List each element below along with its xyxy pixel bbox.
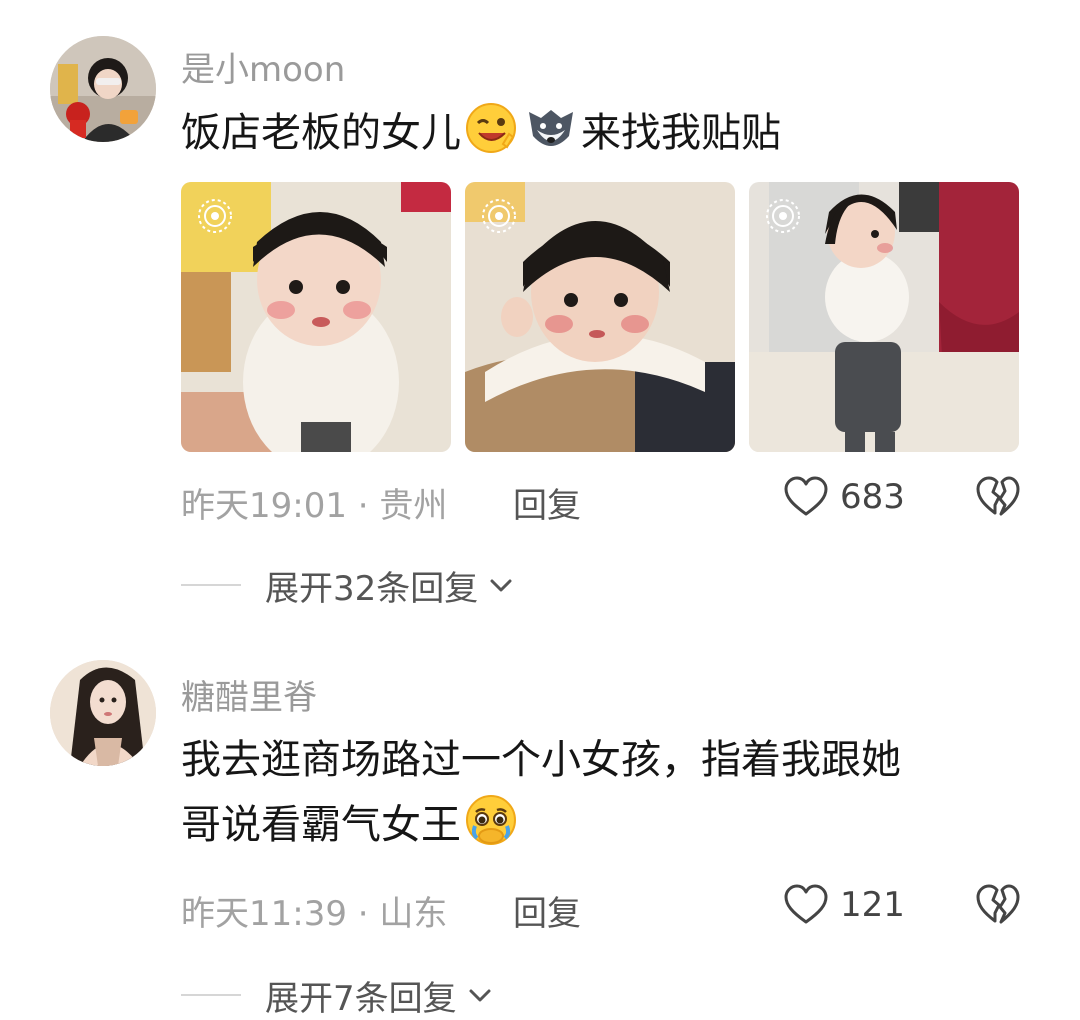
heart-outline-icon [784, 884, 828, 924]
reply-button[interactable]: 回复 [513, 478, 581, 527]
photo-thumbnail[interactable] [181, 182, 451, 452]
divider-line [181, 584, 241, 586]
expand-replies[interactable]: 展开7条回复 [181, 970, 495, 1020]
comment-text-part: 饭店老板的女儿 [181, 110, 461, 156]
comment-meta: 昨天19:01 · 贵州 [181, 478, 447, 527]
comment-location: 山东 [379, 894, 448, 934]
wolf-face-emoji [529, 110, 573, 146]
like-count: 683 [840, 477, 905, 517]
live-photo-icon [766, 199, 800, 233]
chevron-down-icon [490, 579, 512, 592]
comment-time: 昨天19:01 [181, 486, 347, 526]
heart-outline-icon [784, 476, 828, 516]
broken-heart-icon [976, 476, 1020, 516]
comment-text-part: 来找我贴贴 [581, 110, 781, 156]
like-button[interactable]: 683 [782, 472, 905, 522]
comment-text-line: 哥说看霸气女王 [181, 802, 461, 848]
comment-text: 饭店老板的女儿 来找我贴贴 [181, 100, 1011, 165]
expand-replies-label: 展开7条回复 [265, 978, 457, 1019]
reply-button[interactable]: 回复 [513, 886, 581, 935]
live-photo-icon [482, 199, 516, 233]
winking-face-emoji [466, 103, 516, 153]
comment-text-line: 我去逛商场路过一个小女孩，指着我跟她 [181, 737, 901, 783]
avatar[interactable] [50, 660, 156, 766]
dislike-button[interactable] [974, 881, 1022, 929]
comment-location: 贵州 [379, 486, 448, 526]
comment-meta: 昨天11:39 · 山东 [181, 886, 447, 935]
chevron-down-icon [469, 989, 491, 1002]
like-button[interactable]: 121 [782, 880, 905, 930]
comment-text-line-wrap: 哥说看霸气女王 [181, 792, 1011, 857]
avatar[interactable] [50, 36, 156, 142]
dislike-button[interactable] [974, 473, 1022, 521]
live-photo-icon [198, 199, 232, 233]
expand-replies-label: 展开32条回复 [265, 568, 479, 609]
photo-thumbnail[interactable] [465, 182, 735, 452]
username[interactable]: 糖醋里脊 [181, 670, 317, 719]
username[interactable]: 是小moon [181, 42, 345, 91]
broken-heart-icon [976, 884, 1020, 924]
meta-separator: · [346, 894, 380, 934]
like-count: 121 [840, 885, 905, 925]
divider-line [181, 994, 241, 996]
comment-time: 昨天11:39 [181, 894, 347, 934]
expand-replies[interactable]: 展开32条回复 [181, 560, 516, 610]
comment-text: 我去逛商场路过一个小女孩，指着我跟她 哥说看霸气女王 [181, 728, 1011, 857]
photo-thumbnail[interactable] [749, 182, 1019, 452]
meta-separator: · [346, 486, 380, 526]
holding-back-tears-emoji [466, 795, 516, 845]
